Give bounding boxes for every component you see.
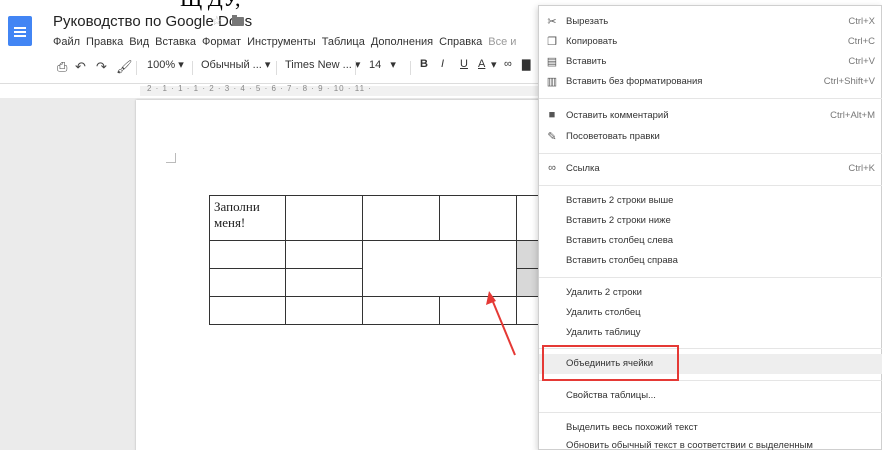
suggest-icon: ✎ bbox=[547, 131, 557, 143]
menu-divider bbox=[539, 153, 882, 154]
highlight-box bbox=[542, 345, 679, 381]
menu-item-paste[interactable]: ▤ Вставить Ctrl+V bbox=[539, 52, 882, 72]
menu-item-link[interactable]: ∞ Ссылка Ctrl+K bbox=[539, 159, 882, 179]
menu-item-insert-col-left[interactable]: Вставить столбец слева bbox=[539, 231, 882, 251]
menu-item-suggest[interactable]: ✎ Посоветовать правки bbox=[539, 127, 882, 147]
menu-divider bbox=[539, 412, 882, 413]
menu-item-select-similar[interactable]: Выделить весь похожий текст bbox=[539, 418, 882, 438]
screenshot-root: Щ ДУ, Руководство по Google Docs ☆ Файл … bbox=[0, 0, 882, 450]
menu-item-copy[interactable]: ❐ Копировать Ctrl+C bbox=[539, 32, 882, 52]
menu-item-cut[interactable]: ✂ Вырезать Ctrl+X bbox=[539, 12, 882, 32]
comment-icon: ■ bbox=[548, 109, 556, 121]
menu-divider bbox=[539, 185, 882, 186]
link-icon: ∞ bbox=[548, 162, 556, 174]
paste-plain-icon: ▥ bbox=[546, 76, 558, 88]
menu-divider bbox=[539, 98, 882, 99]
menu-item-paste-plain[interactable]: ▥ Вставить без форматирования Ctrl+Shift… bbox=[539, 72, 882, 92]
menu-item-insert-rows-above[interactable]: Вставить 2 строки выше bbox=[539, 191, 882, 211]
menu-item-update-style[interactable]: Обновить обычный текст в соответствии с … bbox=[539, 436, 882, 450]
menu-item-delete-rows[interactable]: Удалить 2 строки bbox=[539, 283, 882, 303]
scissors-icon: ✂ bbox=[547, 16, 557, 28]
menu-item-insert-rows-below[interactable]: Вставить 2 строки ниже bbox=[539, 211, 882, 231]
menu-item-comment[interactable]: ■ Оставить комментарий Ctrl+Alt+M bbox=[539, 106, 882, 126]
menu-item-insert-col-right[interactable]: Вставить столбец справа bbox=[539, 251, 882, 271]
menu-item-table-properties[interactable]: Свойства таблицы... bbox=[539, 386, 882, 406]
menu-divider bbox=[539, 277, 882, 278]
paste-icon: ▤ bbox=[546, 56, 558, 68]
menu-item-delete-col[interactable]: Удалить столбец bbox=[539, 303, 882, 323]
menu-item-delete-table[interactable]: Удалить таблицу bbox=[539, 323, 882, 343]
context-menu: ✂ Вырезать Ctrl+X ❐ Копировать Ctrl+C ▤ … bbox=[538, 5, 882, 450]
copy-icon: ❐ bbox=[547, 36, 557, 48]
